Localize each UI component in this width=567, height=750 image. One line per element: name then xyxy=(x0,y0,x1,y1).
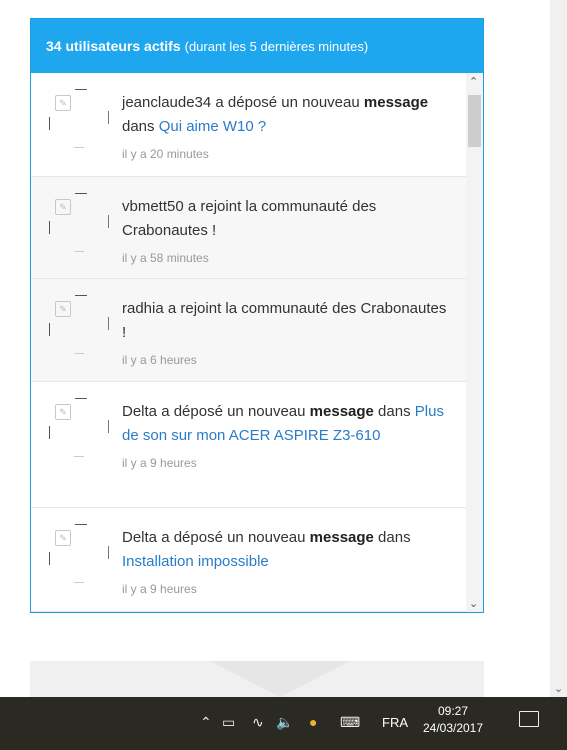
feed-item: ✎ vbmett50 a rejoint la communauté des C… xyxy=(31,177,483,279)
broken-image-icon: ✎ xyxy=(55,95,71,111)
feed-topic-link[interactable]: Installation impossible xyxy=(122,553,269,570)
avatar[interactable]: ✎ xyxy=(31,73,109,176)
feed-timestamp: il y a 9 heures xyxy=(122,456,197,470)
broken-image-icon: ✎ xyxy=(55,530,71,546)
feed-user[interactable]: vbmett50 xyxy=(122,198,184,215)
feed-topic-link[interactable]: Qui aime W10 ? xyxy=(159,118,267,135)
feed-item: ✎ jeanclaude34 a déposé un nouveau messa… xyxy=(31,73,483,177)
avatar[interactable]: ✎ xyxy=(31,382,109,507)
broken-image-icon: ✎ xyxy=(55,199,71,215)
feed-user[interactable]: radhia xyxy=(122,300,164,317)
feed-item: ✎ Delta a déposé un nouveau message dans… xyxy=(31,382,483,508)
broken-image-icon: ✎ xyxy=(55,404,71,420)
feed-timestamp: il y a 6 heures xyxy=(122,353,197,367)
active-users-subtitle: (durant les 5 dernières minutes) xyxy=(184,38,369,54)
feed-bold: message xyxy=(363,94,429,111)
clock-date: 24/03/2017 xyxy=(422,721,484,735)
active-users-widget: 34 utilisateurs actifs (durant les 5 der… xyxy=(30,18,484,613)
feed-text-after: dans xyxy=(373,529,411,546)
weather-icon[interactable]: ● xyxy=(309,714,317,730)
feed-scrollbar[interactable]: ⌃ ⌄ xyxy=(466,73,483,612)
taskbar: ⌃ ▭ ∿ 🔈 ● ⌨ FRA 09:27 24/03/2017 xyxy=(0,697,567,750)
decorative-shape xyxy=(210,661,350,697)
scroll-down-arrow-icon[interactable]: ⌄ xyxy=(554,682,563,695)
active-users-count: 34 utilisateurs actifs xyxy=(46,38,181,54)
clock-time: 09:27 xyxy=(437,704,469,718)
avatar[interactable]: ✎ xyxy=(31,279,109,381)
page-scrollbar[interactable]: ⌄ xyxy=(550,0,567,697)
feed-bold: message xyxy=(309,529,374,546)
activity-feed[interactable]: ✎ jeanclaude34 a déposé un nouveau messa… xyxy=(31,73,483,612)
speaker-icon[interactable]: 🔈 xyxy=(276,714,293,731)
keyboard-icon[interactable]: ⌨ xyxy=(340,714,360,731)
feed-bold: message xyxy=(309,403,374,420)
feed-text: a déposé un nouveau xyxy=(157,403,310,420)
feed-user[interactable]: Delta xyxy=(122,529,157,546)
feed-user[interactable]: Delta xyxy=(122,403,157,420)
broken-image-icon: ✎ xyxy=(55,301,71,317)
scroll-down-arrow-icon[interactable]: ⌄ xyxy=(469,597,478,610)
feed-text: a déposé un nouveau xyxy=(211,94,364,111)
feed-text-after: dans xyxy=(122,118,159,135)
feed-timestamp: il y a 20 minutes xyxy=(122,147,209,161)
wifi-icon[interactable]: ∿ xyxy=(252,714,264,731)
feed-timestamp: il y a 9 heures xyxy=(122,582,197,596)
feed-user[interactable]: jeanclaude34 xyxy=(122,94,211,111)
language-indicator[interactable]: FRA xyxy=(382,715,408,730)
chevron-up-icon[interactable]: ⌃ xyxy=(200,714,212,731)
avatar[interactable]: ✎ xyxy=(31,177,109,278)
feed-text: a rejoint la communauté des Crabonautes … xyxy=(122,300,447,341)
notification-center-icon[interactable] xyxy=(519,711,539,727)
scroll-up-arrow-icon[interactable]: ⌃ xyxy=(469,75,478,88)
avatar[interactable]: ✎ xyxy=(31,508,109,611)
clock[interactable]: 09:27 24/03/2017 xyxy=(420,703,486,737)
battery-icon[interactable]: ▭ xyxy=(222,714,235,731)
next-widget-panel xyxy=(30,661,484,697)
feed-timestamp: il y a 58 minutes xyxy=(122,251,209,265)
feed-text: a déposé un nouveau xyxy=(157,529,310,546)
feed-item: ✎ Delta a déposé un nouveau message dans… xyxy=(31,508,483,612)
widget-header: 34 utilisateurs actifs (durant les 5 der… xyxy=(31,19,483,73)
feed-item: ✎ radhia a rejoint la communauté des Cra… xyxy=(31,279,483,382)
feed-text-after: dans xyxy=(373,403,415,420)
feed-scrollbar-thumb[interactable] xyxy=(468,95,481,147)
